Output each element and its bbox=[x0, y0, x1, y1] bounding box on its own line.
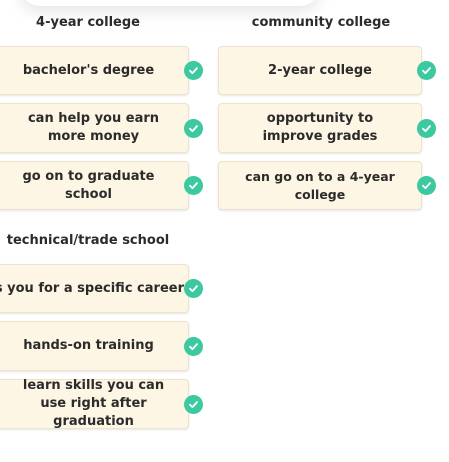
check-circle-icon bbox=[417, 176, 436, 195]
check-circle-icon bbox=[417, 61, 436, 80]
answer-card-label: trains you for a specific career bbox=[0, 280, 184, 296]
previous-panel-shadow bbox=[20, 0, 320, 6]
check-circle-icon bbox=[184, 119, 203, 138]
answer-card-label: can go on to a 4-year college bbox=[245, 168, 395, 202]
answer-card-bachelors-degree[interactable]: bachelor's degree bbox=[0, 46, 189, 95]
answer-card-label: go on to graduate school bbox=[22, 168, 155, 202]
answer-card-improve-grades[interactable]: opportunity to improve grades bbox=[218, 103, 422, 153]
sorting-activity: 4-year college bachelor's degree can hel… bbox=[0, 0, 449, 462]
answer-card-label: 2-year college bbox=[268, 62, 372, 78]
answer-card-2-year-college[interactable]: 2-year college bbox=[218, 46, 422, 95]
check-circle-icon bbox=[184, 61, 203, 80]
answer-card-hands-on-training[interactable]: hands-on training bbox=[0, 321, 189, 371]
answer-card-earn-more-money[interactable]: can help you earn more money bbox=[0, 103, 189, 153]
check-circle-icon bbox=[417, 119, 436, 138]
check-circle-icon bbox=[184, 337, 203, 356]
check-circle-icon bbox=[184, 395, 203, 414]
category-heading-technical-trade-school: technical/trade school bbox=[6, 233, 170, 248]
answer-card-label: can help you earn more money bbox=[27, 111, 160, 144]
answer-card-graduate-school[interactable]: go on to graduate school bbox=[0, 161, 189, 210]
answer-card-skills-after-graduation[interactable]: learn skills you can use right after gra… bbox=[0, 378, 189, 429]
answer-card-label: opportunity to improve grades bbox=[262, 111, 378, 144]
answer-card-label: hands-on training bbox=[23, 338, 154, 353]
category-heading-community-college: community college bbox=[251, 15, 391, 30]
check-circle-icon bbox=[184, 176, 203, 195]
answer-card-go-on-to-4-year-college[interactable]: can go on to a 4-year college bbox=[218, 161, 422, 210]
answer-card-specific-career[interactable]: trains you for a specific career bbox=[0, 264, 189, 313]
answer-card-label: bachelor's degree bbox=[22, 62, 155, 78]
category-heading-4-year-college: 4-year college bbox=[36, 15, 140, 30]
answer-card-label: learn skills you can use right after gra… bbox=[22, 378, 165, 429]
check-circle-icon bbox=[184, 279, 203, 298]
